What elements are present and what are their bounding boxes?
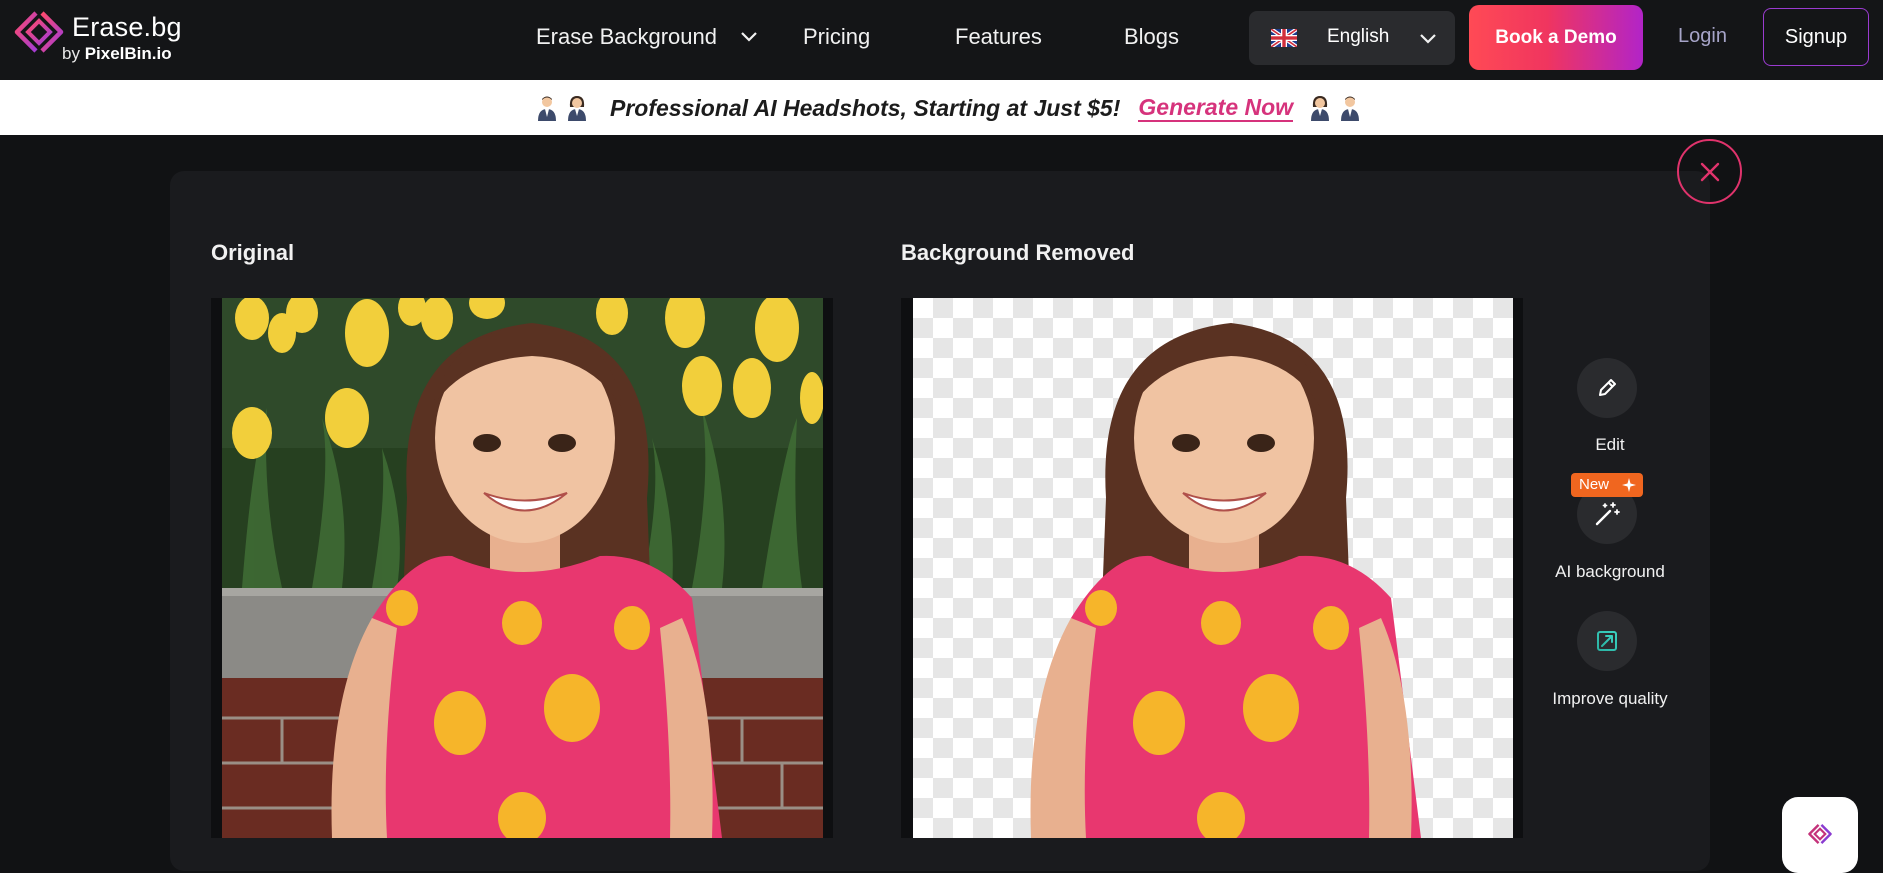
brand-by-name: PixelBin.io [84, 44, 172, 63]
signup-button[interactable]: Signup [1763, 8, 1869, 66]
new-badge-label: New [1579, 476, 1610, 493]
close-icon [1700, 162, 1720, 182]
edit-button[interactable] [1577, 358, 1637, 418]
generate-now-link[interactable]: Generate Now [1138, 94, 1294, 122]
top-navbar: Erase.bg by PixelBin.io Erase Background… [0, 0, 1883, 80]
language-selector[interactable]: English [1249, 11, 1455, 65]
businesswoman-icon [568, 96, 586, 121]
original-photo [222, 298, 823, 838]
businessman-icon [1341, 96, 1360, 121]
erase-bg-logo-icon [1808, 824, 1832, 844]
chevron-down-icon[interactable] [740, 31, 758, 43]
login-link[interactable]: Login [1678, 25, 1727, 48]
magic-wand-icon [1595, 502, 1620, 526]
edit-label: Edit [1595, 435, 1625, 454]
original-image-frame [211, 298, 833, 838]
language-label: English [1327, 26, 1390, 47]
banner-text: Professional AI Headshots, Starting at J… [610, 94, 1121, 121]
background-removed-title: Background Removed [901, 240, 1135, 265]
nav-pricing[interactable]: Pricing [803, 24, 870, 50]
brand-logo[interactable]: Erase.bg by PixelBin.io [14, 8, 184, 68]
pencil-icon [1599, 379, 1616, 396]
nav-features[interactable]: Features [955, 24, 1042, 50]
improve-quality-label: Improve quality [1552, 689, 1668, 708]
original-photo-art [222, 298, 823, 838]
brand-by-prefix: by [62, 44, 80, 63]
enhance-icon [1597, 631, 1617, 651]
sparkle-icon [1622, 478, 1636, 492]
new-badge: New [1571, 473, 1643, 497]
brand-name: Erase.bg [72, 12, 182, 42]
floating-help-button[interactable] [1782, 797, 1858, 873]
book-demo-button[interactable]: Book a Demo [1469, 5, 1643, 70]
removed-image-frame [901, 298, 1523, 838]
original-title: Original [211, 240, 295, 265]
brand-byline: by PixelBin.io [62, 44, 172, 64]
background-removed-photo-art [1030, 323, 1421, 838]
uk-flag-icon [1271, 29, 1297, 47]
background-removed-photo [913, 298, 1513, 838]
businesswoman-icon [1311, 96, 1330, 121]
nav-blogs[interactable]: Blogs [1124, 24, 1179, 50]
improve-quality-button[interactable] [1577, 611, 1637, 671]
nav-erase-background[interactable]: Erase Background [536, 24, 717, 50]
chevron-down-icon [1420, 34, 1436, 44]
ai-background-label: AI background [1555, 562, 1665, 581]
erase-bg-logo-icon [14, 11, 64, 53]
businessman-icon [538, 96, 556, 121]
promo-banner: Professional AI Headshots, Starting at J… [0, 80, 1883, 135]
close-button[interactable] [1677, 139, 1742, 204]
